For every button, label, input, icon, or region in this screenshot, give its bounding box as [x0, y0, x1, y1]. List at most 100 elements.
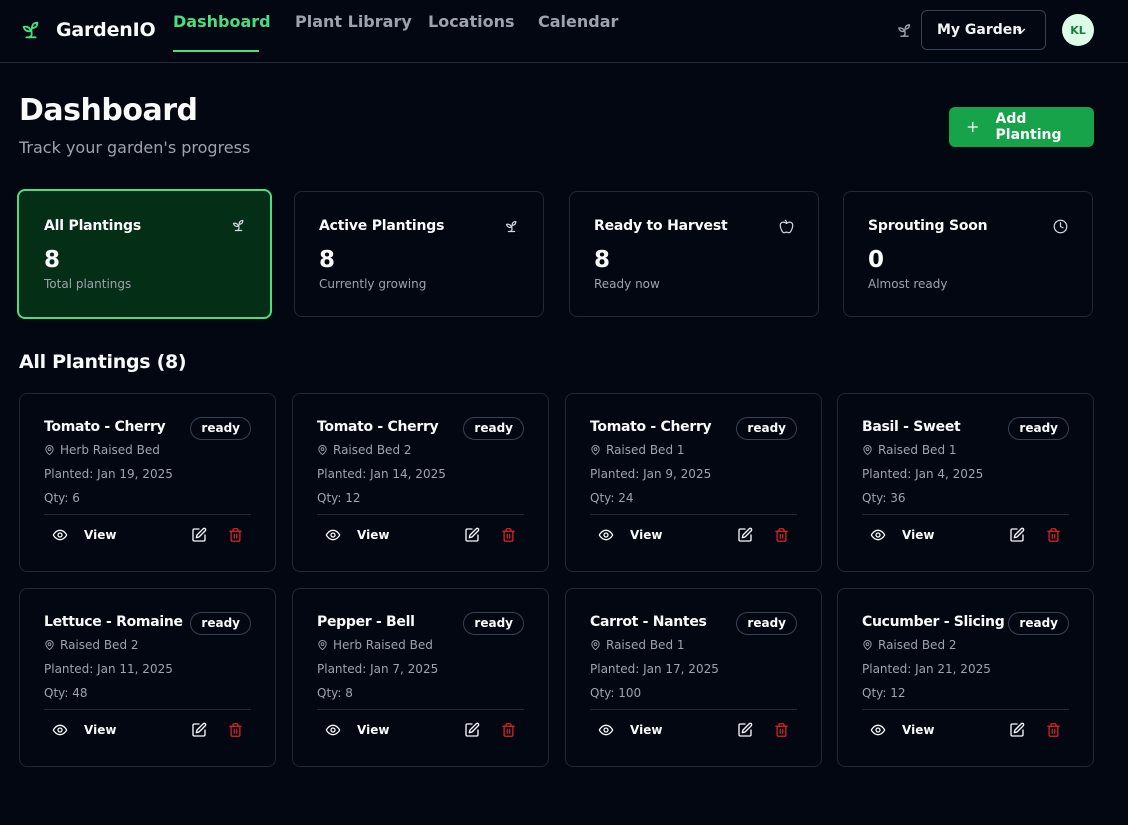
stat-description: Almost ready — [868, 277, 948, 291]
card-divider — [862, 514, 1069, 515]
app-logo[interactable]: GardenIO — [20, 18, 156, 42]
eye-icon — [598, 529, 614, 541]
plantings-section-title: All Plantings (8) — [19, 351, 187, 373]
trash-icon[interactable] — [1046, 722, 1061, 738]
tab-calendar[interactable]: Calendar — [538, 0, 618, 52]
garden-selector[interactable]: My Garden — [921, 10, 1046, 50]
clock-icon — [1053, 219, 1068, 234]
trash-icon[interactable] — [228, 527, 243, 543]
trash-icon[interactable] — [774, 722, 789, 738]
status-badge: ready — [736, 417, 797, 440]
stat-label: Active Plantings — [319, 218, 445, 234]
status-badge: ready — [190, 417, 251, 440]
edit-icon[interactable] — [1009, 722, 1025, 738]
planting-name: Lettuce - Romaine — [44, 614, 183, 630]
planting-location: Raised Bed 1 — [590, 443, 685, 457]
planting-name: Pepper - Bell — [317, 614, 415, 630]
stat-card-all-plantings[interactable]: All Plantings 8 Total plantings — [17, 189, 272, 319]
add-planting-button[interactable]: Add Planting — [949, 107, 1094, 147]
planting-location: Herb Raised Bed — [317, 638, 433, 652]
view-button[interactable]: View — [870, 722, 934, 738]
trash-icon[interactable] — [774, 527, 789, 543]
user-avatar[interactable]: KL — [1062, 14, 1094, 46]
trash-icon[interactable] — [501, 722, 516, 738]
stat-card-ready-to-harvest[interactable]: Ready to Harvest 8 Ready now — [569, 191, 819, 317]
eye-icon — [870, 724, 886, 736]
app-name: GardenIO — [56, 19, 156, 41]
view-label: View — [902, 528, 935, 542]
status-badge: ready — [1008, 612, 1069, 635]
view-button[interactable]: View — [870, 527, 934, 543]
trash-icon[interactable] — [228, 722, 243, 738]
planting-location-text: Raised Bed 1 — [606, 638, 685, 652]
planting-location: Raised Bed 1 — [862, 443, 957, 457]
view-label: View — [630, 723, 663, 737]
planting-card: Carrot - Nantes ready Raised Bed 1 Plant… — [565, 588, 822, 767]
tab-locations[interactable]: Locations — [428, 0, 515, 52]
eye-icon — [52, 724, 68, 736]
planted-date: Planted: Jan 4, 2025 — [862, 467, 984, 481]
card-divider — [590, 514, 797, 515]
planting-name: Carrot - Nantes — [590, 614, 707, 630]
plus-icon — [967, 121, 978, 133]
planting-card: Tomato - Cherry ready Raised Bed 2 Plant… — [292, 393, 549, 572]
stat-value: 8 — [319, 247, 336, 273]
planting-card: Basil - Sweet ready Raised Bed 1 Planted… — [837, 393, 1094, 572]
view-button[interactable]: View — [325, 527, 389, 543]
planting-location-text: Raised Bed 2 — [60, 638, 139, 652]
view-button[interactable]: View — [598, 722, 662, 738]
map-pin-icon — [591, 444, 600, 456]
edit-icon[interactable] — [464, 722, 480, 738]
planting-location-text: Herb Raised Bed — [60, 443, 160, 457]
planting-quantity: Qty: 12 — [862, 686, 906, 700]
view-label: View — [902, 723, 935, 737]
view-button[interactable]: View — [598, 527, 662, 543]
status-badge: ready — [463, 417, 524, 440]
planted-date: Planted: Jan 17, 2025 — [590, 662, 719, 676]
edit-icon[interactable] — [191, 527, 207, 543]
planting-location-text: Raised Bed 2 — [878, 638, 957, 652]
planting-name: Tomato - Cherry — [317, 419, 439, 435]
card-divider — [862, 709, 1069, 710]
status-badge: ready — [190, 612, 251, 635]
planting-card: Cucumber - Slicing ready Raised Bed 2 Pl… — [837, 588, 1094, 767]
planted-date: Planted: Jan 19, 2025 — [44, 467, 173, 481]
map-pin-icon — [45, 444, 54, 456]
stat-card-active-plantings[interactable]: Active Plantings 8 Currently growing — [294, 191, 544, 317]
planting-card: Lettuce - Romaine ready Raised Bed 2 Pla… — [19, 588, 276, 767]
stat-card-sprouting-soon[interactable]: Sprouting Soon 0 Almost ready — [843, 191, 1093, 317]
edit-icon[interactable] — [737, 722, 753, 738]
planting-card: Tomato - Cherry ready Herb Raised Bed Pl… — [19, 393, 276, 572]
planting-location: Raised Bed 2 — [317, 443, 412, 457]
view-label: View — [357, 528, 390, 542]
planting-name: Tomato - Cherry — [44, 419, 166, 435]
apple-icon — [779, 219, 794, 234]
view-button[interactable]: View — [52, 722, 116, 738]
edit-icon[interactable] — [1009, 527, 1025, 543]
planting-location: Herb Raised Bed — [44, 443, 160, 457]
view-button[interactable]: View — [325, 722, 389, 738]
edit-icon[interactable] — [737, 527, 753, 543]
planting-quantity: Qty: 100 — [590, 686, 642, 700]
planted-date: Planted: Jan 7, 2025 — [317, 662, 439, 676]
tab-dashboard[interactable]: Dashboard — [173, 0, 271, 52]
planting-location-text: Raised Bed 1 — [606, 443, 685, 457]
trash-icon[interactable] — [1046, 527, 1061, 543]
tab-plant-library[interactable]: Plant Library — [295, 0, 412, 52]
eye-icon — [325, 529, 341, 541]
eye-icon — [52, 529, 68, 541]
map-pin-icon — [591, 639, 600, 651]
planting-quantity: Qty: 12 — [317, 491, 361, 505]
edit-icon[interactable] — [464, 527, 480, 543]
stat-label: All Plantings — [44, 218, 141, 234]
page-title: Dashboard — [19, 93, 198, 128]
map-pin-icon — [863, 444, 872, 456]
view-button[interactable]: View — [52, 527, 116, 543]
stat-label: Sprouting Soon — [868, 218, 988, 234]
card-divider — [590, 709, 797, 710]
stat-value: 8 — [594, 247, 611, 273]
trash-icon[interactable] — [501, 527, 516, 543]
edit-icon[interactable] — [191, 722, 207, 738]
planted-date: Planted: Jan 9, 2025 — [590, 467, 712, 481]
eye-icon — [598, 724, 614, 736]
